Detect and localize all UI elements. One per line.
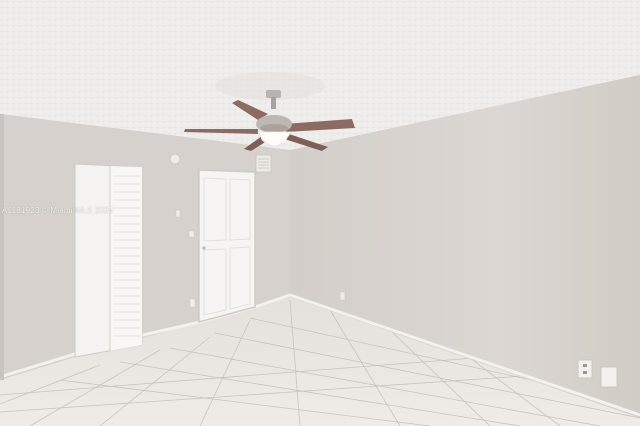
wall-outlet-small (188, 230, 195, 238)
ac-vent (255, 154, 272, 173)
closet-bifold-doors (74, 163, 143, 358)
wall-outlet-back (339, 291, 346, 301)
wall-outlet-left (189, 298, 196, 308)
door-knob (202, 246, 206, 250)
light-switch (175, 209, 181, 218)
wall-edge-shadow (0, 114, 4, 380)
interior-door (198, 169, 256, 323)
fan-downrod (271, 97, 276, 109)
wall-outlet-right (577, 359, 593, 379)
fan-canopy (266, 90, 281, 98)
room-photo: A1181923 © Miami MLS 2025 (0, 0, 640, 426)
wall-plate-right (600, 366, 618, 388)
photo-watermark: A1181923 © Miami MLS 2025 (2, 206, 114, 215)
thermostat (169, 153, 181, 165)
